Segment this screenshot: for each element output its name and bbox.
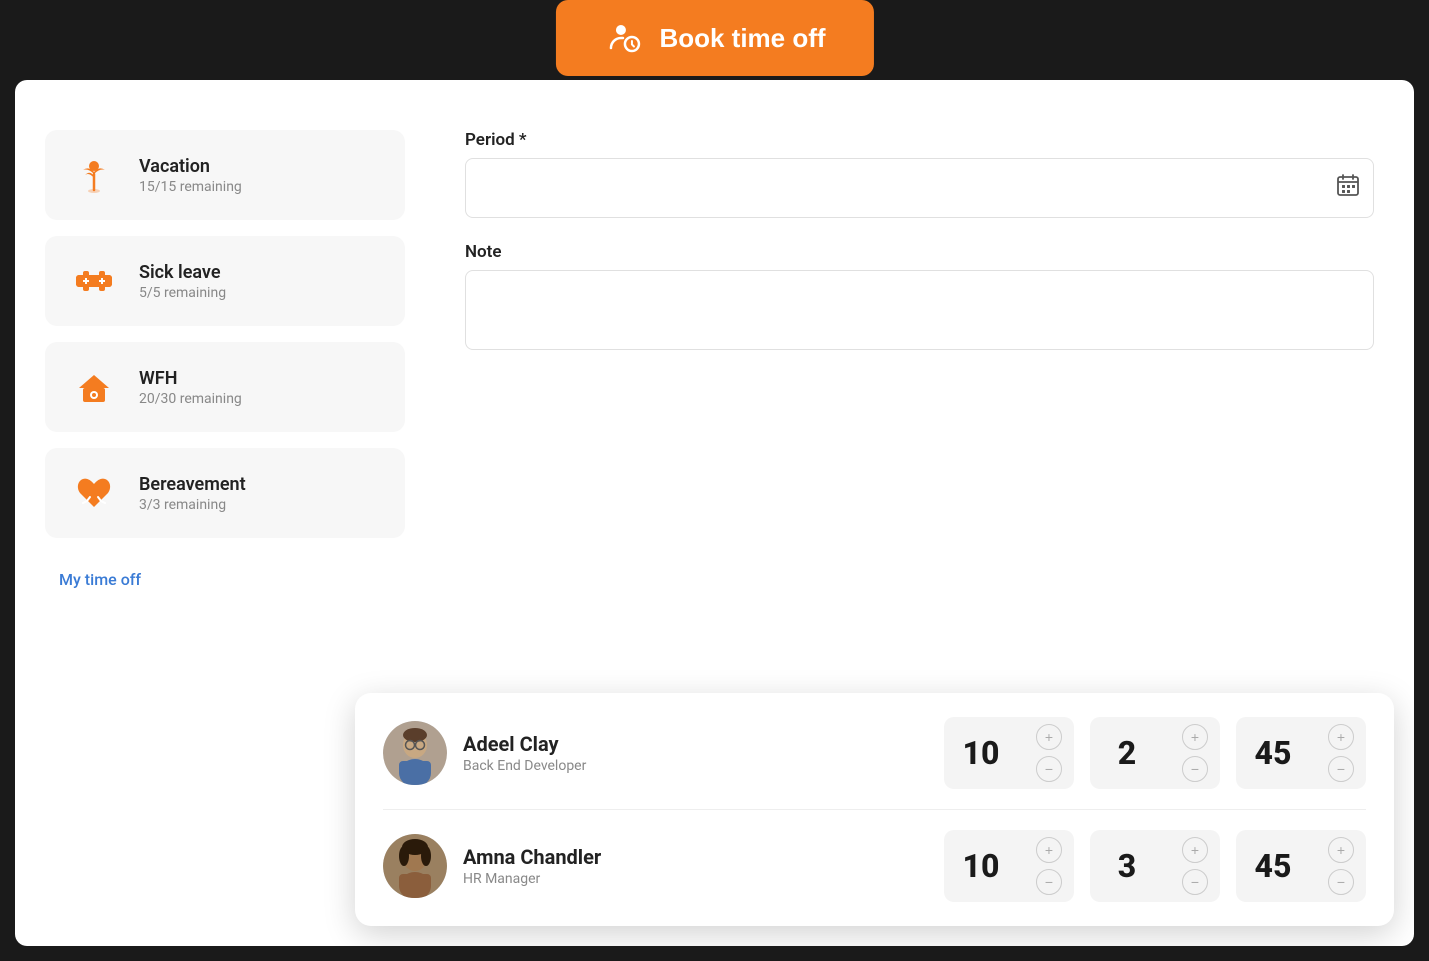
amna-value-3: 45 xyxy=(1248,847,1298,885)
amna-info: Amna Chandler HR Manager xyxy=(463,845,928,887)
employee-row-amna: Amna Chandler HR Manager 10 + − 3 + − xyxy=(383,830,1366,902)
period-label: Period * xyxy=(465,130,1374,150)
book-time-off-button[interactable]: Book time off xyxy=(555,0,873,76)
book-time-off-icon xyxy=(603,18,643,58)
adeel-decrement-3[interactable]: − xyxy=(1328,756,1354,782)
my-time-off-link[interactable]: My time off xyxy=(45,562,405,597)
amna-increment-3[interactable]: + xyxy=(1328,837,1354,863)
adeel-increment-2[interactable]: + xyxy=(1182,724,1208,750)
adeel-controls-2: + − xyxy=(1182,724,1208,782)
sick-name: Sick leave xyxy=(139,262,226,283)
wfh-icon xyxy=(69,362,119,412)
wfh-info: WFH 20/30 remaining xyxy=(139,368,242,407)
amna-stepper-2: 3 + − xyxy=(1090,830,1220,902)
sick-icon xyxy=(69,256,119,306)
amna-role: HR Manager xyxy=(463,871,928,887)
vacation-icon xyxy=(69,150,119,200)
leave-card-wfh[interactable]: WFH 20/30 remaining xyxy=(45,342,405,432)
amna-steppers: 10 + − 3 + − 45 + xyxy=(944,830,1366,902)
adeel-stepper-3: 45 + − xyxy=(1236,717,1366,789)
adeel-role: Back End Developer xyxy=(463,758,928,774)
leave-card-bereavement[interactable]: Bereavement 3/3 remaining xyxy=(45,448,405,538)
adeel-stepper-1: 10 + − xyxy=(944,717,1074,789)
amna-stepper-1: 10 + − xyxy=(944,830,1074,902)
adeel-steppers: 10 + − 2 + − 45 + xyxy=(944,717,1366,789)
book-time-off-label: Book time off xyxy=(659,23,825,54)
amna-controls-3: + − xyxy=(1328,837,1354,895)
employee-separator xyxy=(383,809,1366,810)
amna-stepper-3: 45 + − xyxy=(1236,830,1366,902)
period-input[interactable] xyxy=(465,158,1374,218)
adeel-controls-1: + − xyxy=(1036,724,1062,782)
adeel-increment-3[interactable]: + xyxy=(1328,724,1354,750)
adeel-stepper-2: 2 + − xyxy=(1090,717,1220,789)
bereavement-name: Bereavement xyxy=(139,474,246,495)
amna-value-1: 10 xyxy=(956,847,1006,885)
bereavement-info: Bereavement 3/3 remaining xyxy=(139,474,246,513)
sick-info: Sick leave 5/5 remaining xyxy=(139,262,226,301)
adeel-decrement-1[interactable]: − xyxy=(1036,756,1062,782)
amna-controls-2: + − xyxy=(1182,837,1208,895)
bereavement-remaining: 3/3 remaining xyxy=(139,497,246,513)
amna-decrement-3[interactable]: − xyxy=(1328,869,1354,895)
note-field: Note xyxy=(465,242,1374,350)
wfh-name: WFH xyxy=(139,368,242,389)
amna-decrement-2[interactable]: − xyxy=(1182,869,1208,895)
adeel-value-1: 10 xyxy=(956,734,1006,772)
vacation-remaining: 15/15 remaining xyxy=(139,179,242,195)
note-textarea[interactable] xyxy=(465,270,1374,350)
wfh-remaining: 20/30 remaining xyxy=(139,391,242,407)
employee-row-adeel: Adeel Clay Back End Developer 10 + − 2 +… xyxy=(383,717,1366,789)
main-container: Vacation 15/15 remaining xyxy=(15,80,1414,946)
adeel-avatar xyxy=(383,721,447,785)
amna-value-2: 3 xyxy=(1102,847,1152,885)
note-label: Note xyxy=(465,242,1374,262)
leave-card-vacation[interactable]: Vacation 15/15 remaining xyxy=(45,130,405,220)
bereavement-icon xyxy=(69,468,119,518)
adeel-value-3: 45 xyxy=(1248,734,1298,772)
amna-increment-2[interactable]: + xyxy=(1182,837,1208,863)
amna-decrement-1[interactable]: − xyxy=(1036,869,1062,895)
sick-remaining: 5/5 remaining xyxy=(139,285,226,301)
period-field: Period * xyxy=(465,130,1374,218)
amna-avatar xyxy=(383,834,447,898)
vacation-info: Vacation 15/15 remaining xyxy=(139,156,242,195)
adeel-info: Adeel Clay Back End Developer xyxy=(463,732,928,774)
period-input-wrapper xyxy=(465,158,1374,218)
employee-card-panel: Adeel Clay Back End Developer 10 + − 2 +… xyxy=(355,693,1394,926)
vacation-name: Vacation xyxy=(139,156,242,177)
adeel-name: Adeel Clay xyxy=(463,732,928,756)
adeel-controls-3: + − xyxy=(1328,724,1354,782)
leave-card-sick[interactable]: Sick leave 5/5 remaining xyxy=(45,236,405,326)
amna-name: Amna Chandler xyxy=(463,845,928,869)
adeel-value-2: 2 xyxy=(1102,734,1152,772)
adeel-increment-1[interactable]: + xyxy=(1036,724,1062,750)
amna-controls-1: + − xyxy=(1036,837,1062,895)
amna-increment-1[interactable]: + xyxy=(1036,837,1062,863)
adeel-decrement-2[interactable]: − xyxy=(1182,756,1208,782)
